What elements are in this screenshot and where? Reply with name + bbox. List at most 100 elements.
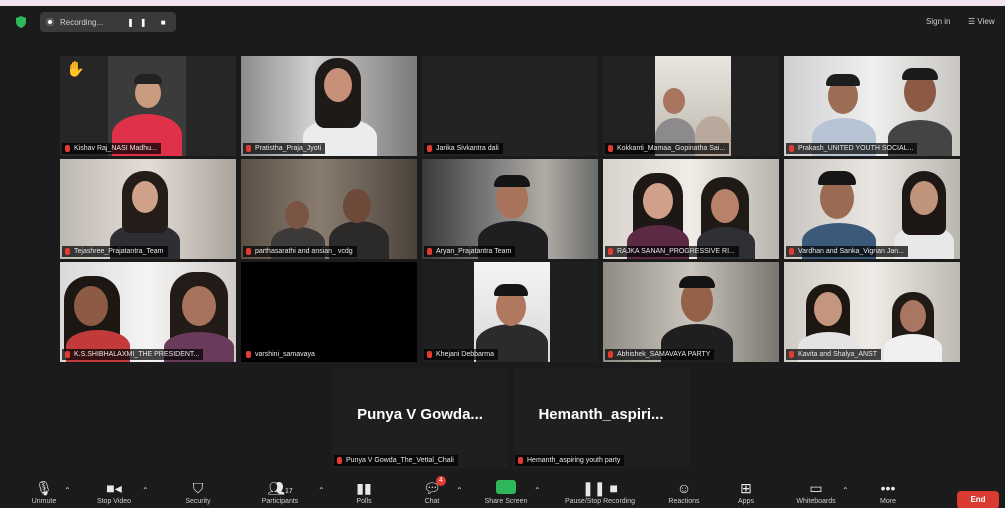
- end-meeting-button[interactable]: End: [957, 491, 999, 508]
- muted-mic-icon: [789, 248, 794, 255]
- chat-unread-badge: 4: [436, 476, 446, 486]
- view-button[interactable]: ☰ View: [968, 17, 995, 26]
- muted-mic-icon: [608, 145, 613, 152]
- video-camera-icon: ■◂: [106, 480, 122, 496]
- participant-name: varshini_samavaya: [255, 351, 315, 358]
- sign-in-link[interactable]: Sign in: [926, 17, 950, 26]
- video-tile-active-speaker[interactable]: Aryan_Prajatantra Team: [422, 159, 598, 259]
- video-tile[interactable]: Prakash_UNITED YOUTH SOCIAL...: [784, 56, 960, 156]
- participant-name: RAJKA SANAN_PROGRESSIVE RI...: [617, 248, 735, 255]
- zoom-meeting-window: Recording... ❚❚ ■ Sign in ☰ View ✋ Kisha…: [0, 6, 1005, 508]
- more-label: More: [880, 498, 896, 505]
- reactions-button[interactable]: ☺ Reactions: [654, 480, 714, 505]
- video-tile[interactable]: Vardhan and Sanka_Vignan Jan...: [784, 159, 960, 259]
- participant-name: Prakash_UNITED YOUTH SOCIAL...: [798, 145, 914, 152]
- muted-mic-icon: [427, 145, 432, 152]
- view-label: View: [977, 17, 995, 26]
- video-off-tile[interactable]: Hemanth_aspiri... Hemanth_aspiring youth…: [513, 368, 689, 468]
- chat-button[interactable]: 💬︎ Chat: [402, 480, 462, 505]
- unmute-label: Unmute: [31, 498, 57, 505]
- shield-icon: ⛉: [192, 480, 204, 496]
- participant-name: Pratistha_Praja_Jyoti: [255, 145, 322, 152]
- video-tile[interactable]: Pratistha_Praja_Jyoti: [241, 56, 417, 156]
- video-tile[interactable]: Tejashree_Prajatantra_Team: [60, 159, 236, 259]
- chevron-up-icon[interactable]: ⌃: [842, 486, 849, 495]
- participant-name-label: Jarika Sivkantra dali: [424, 143, 503, 154]
- video-tile[interactable]: parthasarathi and ansian_ vcdg: [241, 159, 417, 259]
- video-tile[interactable]: K.S.SHIBHALAXMI_THE PRESIDENT...: [60, 262, 236, 362]
- muted-mic-icon: [337, 457, 342, 464]
- polls-button[interactable]: ▮▮ Polls: [334, 480, 394, 505]
- participant-name-label: Punya V Gowda_The_Vettal_Chali: [334, 455, 458, 466]
- top-bar: Recording... ❚❚ ■ Sign in ☰ View: [0, 6, 1005, 38]
- bar-chart-icon: ▮▮: [356, 480, 372, 496]
- polls-label: Polls: [356, 498, 372, 505]
- raised-hand-icon: ✋: [66, 61, 85, 78]
- pause-stop-recording-button[interactable]: ❚❚ ■ Pause/Stop Recording: [560, 480, 640, 505]
- whiteboards-button[interactable]: ▭ Whiteboards: [786, 480, 846, 505]
- muted-mic-icon: [427, 351, 432, 358]
- recording-indicator[interactable]: Recording... ❚❚ ■: [40, 12, 176, 32]
- reactions-icon: ☺: [676, 480, 692, 496]
- participant-name: K.S.SHIBHALAXMI_THE PRESIDENT...: [74, 351, 200, 358]
- whiteboards-label: Whiteboards: [796, 498, 836, 505]
- video-tile[interactable]: Jarika Sivkantra dali: [422, 56, 598, 156]
- meeting-toolbar: 🎙︎ Unmute ⌃ ■◂ Stop Video ⌃ ⛉ Security 👥…: [0, 474, 1005, 508]
- security-label: Security: [185, 498, 211, 505]
- participant-name: Hemanth_aspiring youth party: [527, 457, 621, 464]
- apps-button[interactable]: ⊞ Apps: [716, 480, 776, 505]
- chat-label: Chat: [424, 498, 440, 505]
- participant-name: parthasarathi and ansian_ vcdg: [255, 248, 353, 255]
- participant-name: Abhishek_SAMAVAYA PARTY: [617, 351, 711, 358]
- muted-mic-icon: [246, 351, 251, 358]
- muted-mic-icon: [65, 248, 70, 255]
- participant-name: Khejani Debbarma: [436, 351, 494, 358]
- participant-name-label: varshini_samavaya: [243, 349, 319, 360]
- muted-mic-icon: [789, 145, 794, 152]
- security-button[interactable]: ⛉ Security: [168, 480, 228, 505]
- chevron-up-icon[interactable]: ⌃: [534, 486, 541, 495]
- share-screen-icon: [476, 480, 536, 496]
- whiteboard-icon: ▭: [809, 480, 823, 496]
- participant-count: 17: [284, 488, 293, 495]
- chevron-up-icon[interactable]: ⌃: [318, 486, 325, 495]
- participant-name-label: Pratistha_Praja_Jyoti: [243, 143, 326, 154]
- video-tile[interactable]: Kokkanti_Mamaa_Gopinatha Sai...: [603, 56, 779, 156]
- video-tile[interactable]: Abhishek_SAMAVAYA PARTY: [603, 262, 779, 362]
- security-shield-icon[interactable]: [14, 15, 28, 29]
- muted-mic-icon: [246, 145, 251, 152]
- recording-label: Recording...: [60, 17, 104, 27]
- participant-name-label: Hemanth_aspiring youth party: [515, 455, 625, 466]
- participant-name: Jarika Sivkantra dali: [436, 145, 499, 152]
- participant-name-label: Kishav Raj_NASI Madhu...: [62, 143, 161, 154]
- participants-button[interactable]: 👥︎17 Participants: [250, 480, 310, 505]
- participants-label: Participants: [261, 498, 299, 505]
- video-tile[interactable]: Kavita and Shalya_ANST: [784, 262, 960, 362]
- participant-name-label: Aryan_Prajatantra Team: [424, 246, 516, 257]
- recording-controls[interactable]: ❚❚ ■: [127, 18, 171, 27]
- chat-icon: 💬︎: [423, 480, 441, 496]
- chevron-up-icon[interactable]: ⌃: [142, 486, 149, 495]
- video-tile[interactable]: ✋ Kishav Raj_NASI Madhu...: [60, 56, 236, 156]
- reactions-label: Reactions: [668, 498, 700, 505]
- share-screen-button[interactable]: Share Screen: [476, 480, 536, 505]
- recording-dot-icon: [46, 18, 54, 26]
- video-tile[interactable]: RAJKA SANAN_PROGRESSIVE RI...: [603, 159, 779, 259]
- chevron-up-icon[interactable]: ⌃: [456, 486, 463, 495]
- participant-name-label: RAJKA SANAN_PROGRESSIVE RI...: [605, 246, 739, 257]
- apps-icon: ⊞: [740, 480, 752, 496]
- video-off-tile[interactable]: Punya V Gowda... Punya V Gowda_The_Vetta…: [332, 368, 508, 468]
- video-tile[interactable]: Khejani Debbarma: [422, 262, 598, 362]
- stop-video-label: Stop Video: [96, 498, 132, 505]
- participant-name-label: Vardhan and Sanka_Vignan Jan...: [786, 246, 908, 257]
- more-button[interactable]: ••• More: [858, 480, 918, 505]
- video-tile[interactable]: varshini_samavaya: [241, 262, 417, 362]
- stop-video-button[interactable]: ■◂ Stop Video: [84, 480, 144, 505]
- participant-name: Punya V Gowda_The_Vettal_Chali: [346, 457, 454, 464]
- participant-display-name: Hemanth_aspiri...: [538, 406, 664, 423]
- chevron-up-icon[interactable]: ⌃: [64, 486, 71, 495]
- muted-mic-icon: [608, 248, 613, 255]
- more-icon: •••: [880, 480, 896, 496]
- muted-mic-icon: [246, 248, 251, 255]
- participant-name-label: Tejashree_Prajatantra_Team: [62, 246, 168, 257]
